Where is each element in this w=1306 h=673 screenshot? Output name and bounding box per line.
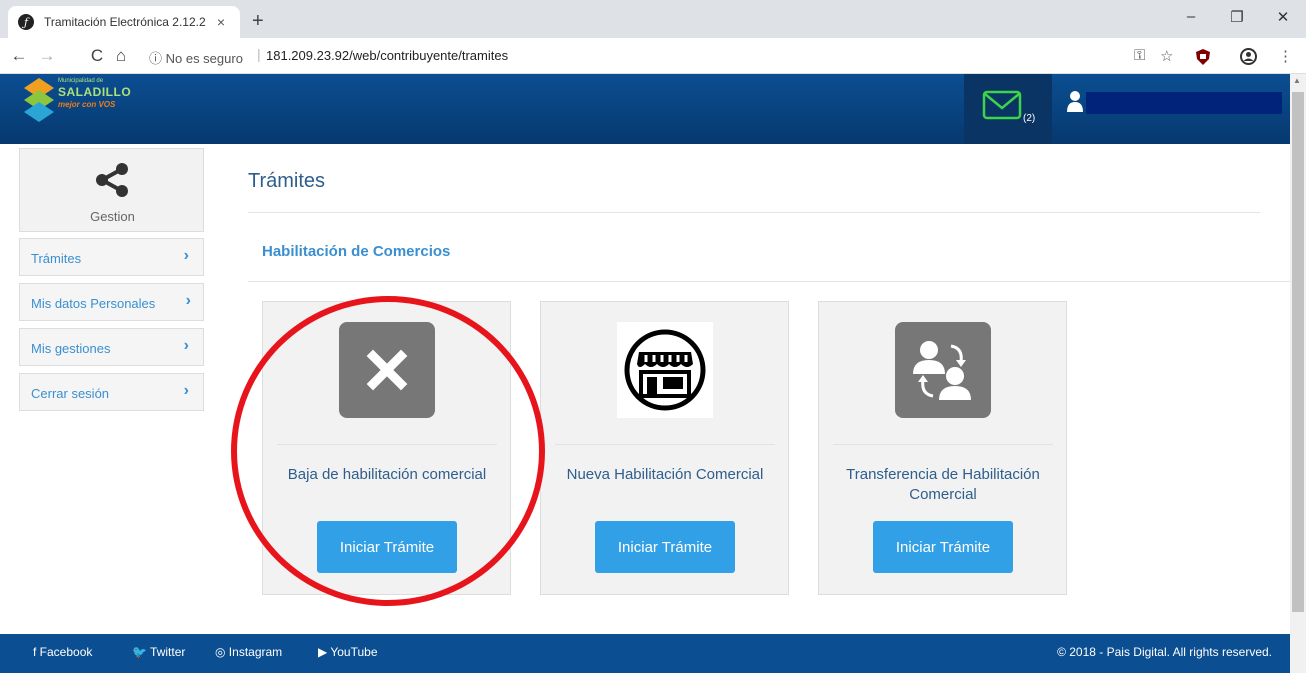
messages-button[interactable]: (2): [964, 74, 1052, 144]
sidebar-item-label: Cerrar sesión: [31, 386, 110, 401]
page-scrollbar[interactable]: ▲: [1290, 74, 1306, 673]
scroll-up-arrow[interactable]: ▲: [1293, 76, 1301, 85]
url-input[interactable]: 181.209.23.92/web/contribuyente/tramites: [266, 48, 508, 63]
store-icon: [617, 322, 713, 418]
minimize-button[interactable]: –: [1168, 8, 1214, 25]
logo-subtitle: Municipalidad de: [58, 78, 104, 84]
sidebar-card-label: Gestion: [90, 209, 135, 224]
chevron-right-icon: ›: [183, 337, 189, 354]
iniciar-tramite-button[interactable]: Iniciar Trámite: [595, 521, 735, 573]
new-tab-button[interactable]: +: [252, 10, 264, 33]
home-button[interactable]: ⌂: [110, 46, 132, 66]
section-divider: [248, 281, 1290, 282]
forward-button[interactable]: →: [36, 46, 58, 66]
transfer-users-icon: [895, 322, 991, 418]
user-name-field[interactable]: [1086, 92, 1282, 114]
copyright-text: © 2018 - Pais Digital. All rights reserv…: [1057, 645, 1272, 659]
sidebar-item-tramites[interactable]: Trámites ›: [19, 238, 204, 276]
twitter-link[interactable]: 🐦 Twitter: [132, 645, 185, 659]
saladillo-logo-icon: [24, 78, 54, 122]
security-info[interactable]: ⓘ No es seguro: [149, 48, 243, 67]
logo-title: SALADILLO: [58, 85, 132, 99]
title-divider: [248, 212, 1260, 213]
close-window-button[interactable]: ✕: [1260, 8, 1306, 26]
page-footer: f Facebook 🐦 Twitter ◎ Instagram ▶ YouTu…: [0, 634, 1290, 673]
maximize-button[interactable]: ❐: [1214, 8, 1260, 26]
share-icon: [96, 163, 128, 197]
reload-button[interactable]: C: [86, 46, 108, 66]
bookmark-star-icon[interactable]: ☆: [1160, 47, 1173, 65]
mail-icon: [982, 90, 1022, 120]
card-label: Nueva Habilitación Comercial: [566, 466, 764, 483]
sidebar-item-mis-datos[interactable]: Mis datos Personales ›: [19, 283, 204, 321]
address-bar: ← → C ⌂ ⓘ No es seguro | 181.209.23.92/w…: [0, 38, 1306, 74]
card-divider: [555, 444, 775, 445]
youtube-link[interactable]: ▶ YouTube: [318, 645, 378, 659]
key-icon[interactable]: ⚿: [1134, 47, 1145, 64]
sidebar-gestion-card: Gestion: [19, 148, 204, 232]
sidebar-item-label: Trámites: [31, 251, 82, 266]
page-title: Trámites: [248, 170, 326, 192]
tab-title: Tramitación Electrónica 2.12.2: [44, 15, 206, 29]
mail-count-badge: (2): [1023, 113, 1036, 124]
url-separator: |: [257, 46, 261, 62]
sidebar-item-cerrar-sesion[interactable]: Cerrar sesión ›: [19, 373, 204, 411]
instagram-link[interactable]: ◎ Instagram: [215, 645, 282, 659]
user-icon[interactable]: [1066, 90, 1084, 112]
sidebar-item-label: Mis datos Personales: [31, 296, 156, 311]
browser-tab[interactable]: ƒ Tramitación Electrónica 2.12.2 ×: [8, 6, 240, 38]
chevron-right-icon: ›: [183, 382, 189, 399]
saladillo-logo[interactable]: Municipalidad de SALADILLO mejor con VOS: [22, 76, 142, 132]
sidebar-item-mis-gestiones[interactable]: Mis gestiones ›: [19, 328, 204, 366]
browser-tab-bar: ƒ Tramitación Electrónica 2.12.2 × + – ❐…: [0, 0, 1306, 38]
logo-tagline: mejor con VOS: [58, 100, 116, 109]
ublock-extension-icon[interactable]: [1196, 49, 1210, 65]
tab-close-button[interactable]: ×: [212, 14, 230, 30]
scroll-thumb[interactable]: [1292, 92, 1304, 612]
chevron-right-icon: ›: [183, 247, 189, 264]
highlight-annotation-circle: [231, 296, 545, 606]
section-title: Habilitación de Comercios: [262, 243, 451, 260]
account-icon[interactable]: [1240, 48, 1257, 65]
facebook-link[interactable]: f Facebook: [33, 645, 92, 659]
sidebar-item-label: Mis gestiones: [31, 341, 111, 356]
tramite-card-nueva: Nueva Habilitación Comercial Iniciar Trá…: [540, 301, 789, 595]
back-button[interactable]: ←: [8, 46, 30, 66]
symfony-favicon-icon: ƒ: [18, 14, 34, 30]
app-header: Municipalidad de SALADILLO mejor con VOS…: [0, 74, 1290, 144]
iniciar-tramite-button[interactable]: Iniciar Trámite: [873, 521, 1013, 573]
browser-menu-icon[interactable]: ⋮: [1278, 47, 1293, 65]
card-divider: [833, 444, 1053, 445]
card-label: Transferencia de Habilitación Comercial: [846, 466, 1040, 503]
tramite-card-transferencia: Transferencia de Habilitación Comercial …: [818, 301, 1067, 595]
chevron-right-icon: ›: [185, 292, 191, 309]
